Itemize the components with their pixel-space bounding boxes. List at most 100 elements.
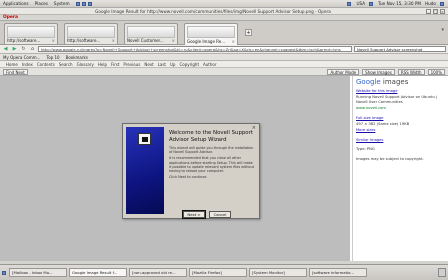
navlink-contents[interactable]: Contents [37,62,55,67]
navlink-glossary[interactable]: Glossary [77,62,94,67]
site-navigation-bar: Home Index Contents Search Glossary Help… [0,61,448,68]
launcher-icons[interactable] [73,1,97,6]
address-field[interactable]: http://www.google.ru/imgres?q=Novell+Sup… [38,46,352,52]
window-title: Google Image Result for http://www.novel… [95,8,331,14]
page-content: Google images Website for this image Run… [0,76,448,261]
navlink-help[interactable]: Help [98,62,107,67]
bookmark-top-10[interactable]: Top 10 [46,55,59,60]
rss-width-button[interactable]: RSS Width [397,68,425,75]
logo-google: Google [356,78,381,86]
tab-software-1[interactable]: http://software... × [4,23,58,44]
full-size-link[interactable]: Full-size image [356,116,383,120]
installer-logo-icon [138,133,151,145]
taskbar-mailbox[interactable]: [Mailbox - Inbox Mo... [9,268,67,277]
find-next-button[interactable]: Find Next [3,68,28,75]
tab-label: http://software... [7,38,41,43]
navlink-last[interactable]: Last [158,62,166,67]
tab-close-icon[interactable]: × [112,38,115,43]
wizard-text: Welcome to the Novell Support Advisor Se… [169,130,255,181]
clock[interactable]: Tue Nov 15, 3:30 PM [378,1,421,6]
bottom-taskbar: [Mailbox - Inbox Mo... Google Image Resu… [0,264,448,280]
menu-applications[interactable]: Applications [0,1,32,6]
navlink-up[interactable]: Up [170,62,175,67]
image-details-sidebar: Google images Website for this image Run… [352,76,448,261]
wizard-title: Welcome to the Novell Support Advisor Se… [169,130,253,143]
maximize-icon[interactable]: □ [433,8,438,14]
help-launcher-icon[interactable] [88,2,93,6]
navlink-previous[interactable]: Previous [123,62,140,67]
tab-strip: http://software... × http://software... … [0,21,448,45]
tab-close-icon[interactable]: × [232,39,235,44]
keyboard-layout[interactable]: USA [356,1,365,6]
tab-google-image-result[interactable]: Google Image Re... × [184,23,238,45]
opera-menu-button[interactable]: Opera [3,15,18,20]
tab-thumbnail [127,26,175,38]
forward-icon[interactable]: ▶ [11,46,18,53]
menu-places[interactable]: Places [32,1,51,6]
bookmark-folder[interactable]: Bookmarks [66,55,88,60]
taskbar-software-information[interactable]: [software informatio... [309,268,367,277]
wizard-continue-hint: Click Next to continue. [169,175,208,180]
navlink-home[interactable]: Home [6,62,18,67]
navlink-index[interactable]: Index [22,62,33,67]
volume-icon[interactable] [369,1,374,6]
tab-label: http://software... [67,38,101,43]
show-images-button[interactable]: Show Images [362,68,395,75]
logo-images: images [382,78,409,86]
system-top-panel: Applications Places System USA Tue Nov 1… [0,0,448,8]
bookmarks-bar: My Opera Comm... Top 10 Bookmarks [0,54,448,61]
taskbar-system-monitor[interactable]: [System Monitor] [249,268,307,277]
reload-icon[interactable]: ↻ [20,46,27,53]
window-titlebar[interactable]: Google Image Result for http://www.novel… [0,8,448,15]
navigation-bar: ◀ ▶ ↻ ⌂ http://www.google.ru/imgres?q=No… [0,45,448,54]
author-mode-select[interactable]: Author Mode [327,68,360,75]
website-link[interactable]: Website for this image [356,89,398,93]
tab-novell-customer[interactable]: Novell Customer... × [124,23,178,44]
google-images-logo[interactable]: Google images [356,78,445,86]
taskbar-firefox[interactable]: [Mozilla Firefox] [189,268,247,277]
trash-icon[interactable] [438,268,446,277]
similar-images-link[interactable]: Similar images [356,138,383,142]
menu-system[interactable]: System [51,1,73,6]
tab-thumbnail [7,26,55,38]
tab-menu-icon[interactable]: ▾ [441,27,444,33]
system-tray: USA Tue Nov 15, 3:30 PM Hudo [347,1,448,6]
taskbar-non-approved[interactable]: [non-approved old re... [129,268,187,277]
tab-software-2[interactable]: http://software... × [64,23,118,44]
power-icon[interactable] [440,1,444,6]
image-meta: 497 × 382 (Same size) 19KB [356,122,410,127]
search-field[interactable]: Novell Support Advisor screenshot [354,46,446,52]
navlink-next[interactable]: Next [144,62,153,67]
wizard-next-button: Next > [182,210,206,219]
wizard-buttons: Next > Cancel [182,210,231,219]
navlink-first[interactable]: First [111,62,119,67]
image-type: Type: PNG [356,147,375,152]
bookmark-my-opera[interactable]: My Opera Comm... [3,55,40,60]
setup-wizard-image[interactable]: × Welcome to the Novell Support Advisor … [122,123,260,219]
find-bar: Find Next Author Mode Show Images RSS Wi… [0,68,448,76]
network-icon[interactable] [347,1,352,6]
zoom-select[interactable]: 100% [427,68,445,75]
more-sizes-link[interactable]: More sizes [356,128,375,132]
navlink-copyright[interactable]: Copyright [179,62,199,67]
taskbar-google-image-result[interactable]: Google Image Result f... [69,268,127,277]
tab-close-icon[interactable]: × [52,38,55,43]
wizard-cancel-button: Cancel [209,211,231,218]
user-name[interactable]: Hudo [425,1,436,6]
firefox-launcher-icon[interactable] [75,2,80,6]
wizard-intro: This wizard will guide you through the i… [169,146,254,155]
source-domain: www.novell.com [356,106,387,111]
home-icon[interactable]: ⌂ [29,46,36,53]
tab-close-icon[interactable]: × [172,38,175,43]
back-icon[interactable]: ◀ [2,46,9,53]
show-desktop-icon[interactable] [2,270,6,275]
close-icon[interactable]: × [440,8,445,14]
navlink-search[interactable]: Search [59,62,73,67]
mail-launcher-icon[interactable] [81,2,86,6]
running-line: Running Novell Support Advisor on Ubuntu… [356,95,438,104]
copyright-note: Images may be subject to copyright. [356,156,424,161]
tab-thumbnail [67,26,115,38]
minimize-icon[interactable]: – [426,8,431,14]
navlink-author[interactable]: Author [203,62,216,67]
new-tab-button[interactable]: + [245,29,252,36]
